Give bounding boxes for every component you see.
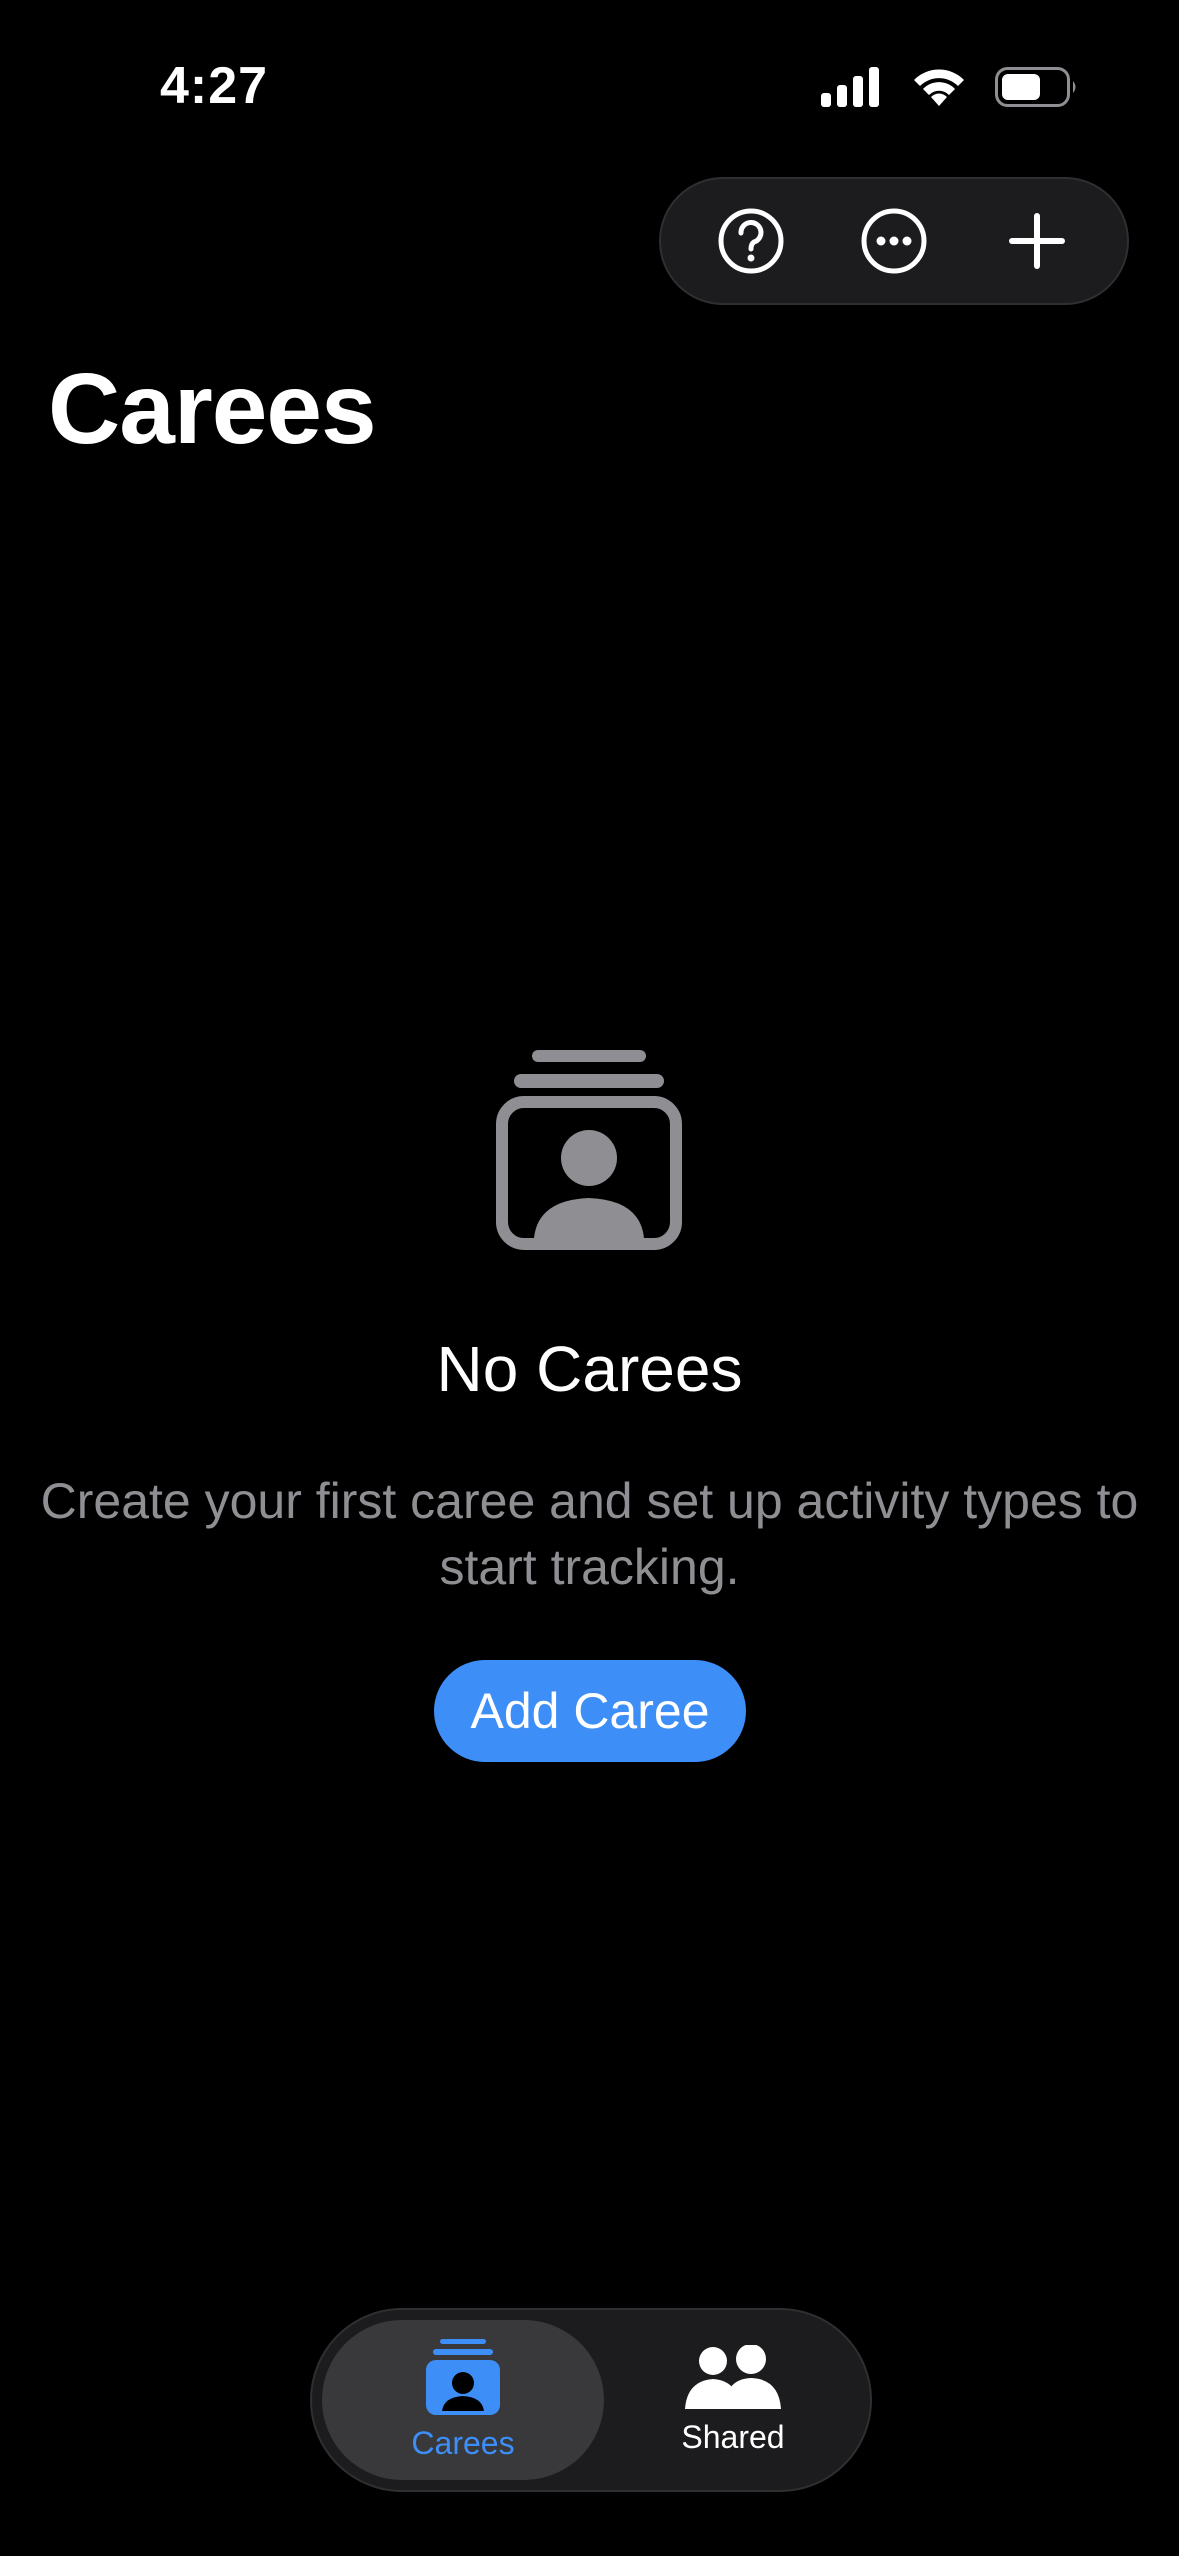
tab-bar: Carees Shared [310,2308,872,2492]
add-icon [1009,213,1066,269]
help-button[interactable] [701,191,801,291]
page-title: Carees [48,353,377,465]
status-time: 4:27 [160,57,269,115]
top-toolbar [659,177,1129,305]
add-button[interactable] [987,191,1087,291]
tab-carees[interactable]: Carees [322,2320,604,2480]
battery-icon [995,67,1076,107]
tab-label: Carees [411,2424,515,2461]
tab-shared[interactable]: Shared [604,2320,862,2480]
empty-state-message: Create your first caree and set up activ… [40,1473,1139,1595]
caree-stack-icon [426,2338,500,2415]
wifi-icon [914,69,964,106]
signal-icon [821,67,879,107]
tab-label: Shared [681,2418,785,2455]
add-caree-button[interactable]: Add Caree [434,1660,746,1762]
status-icons [821,66,1079,108]
empty-state-title: No Carees [436,1333,743,1405]
help-icon [718,208,784,274]
caree-stack-icon [496,1050,682,1250]
more-icon [861,208,927,274]
people-icon [685,2344,781,2409]
more-button[interactable] [844,191,944,291]
